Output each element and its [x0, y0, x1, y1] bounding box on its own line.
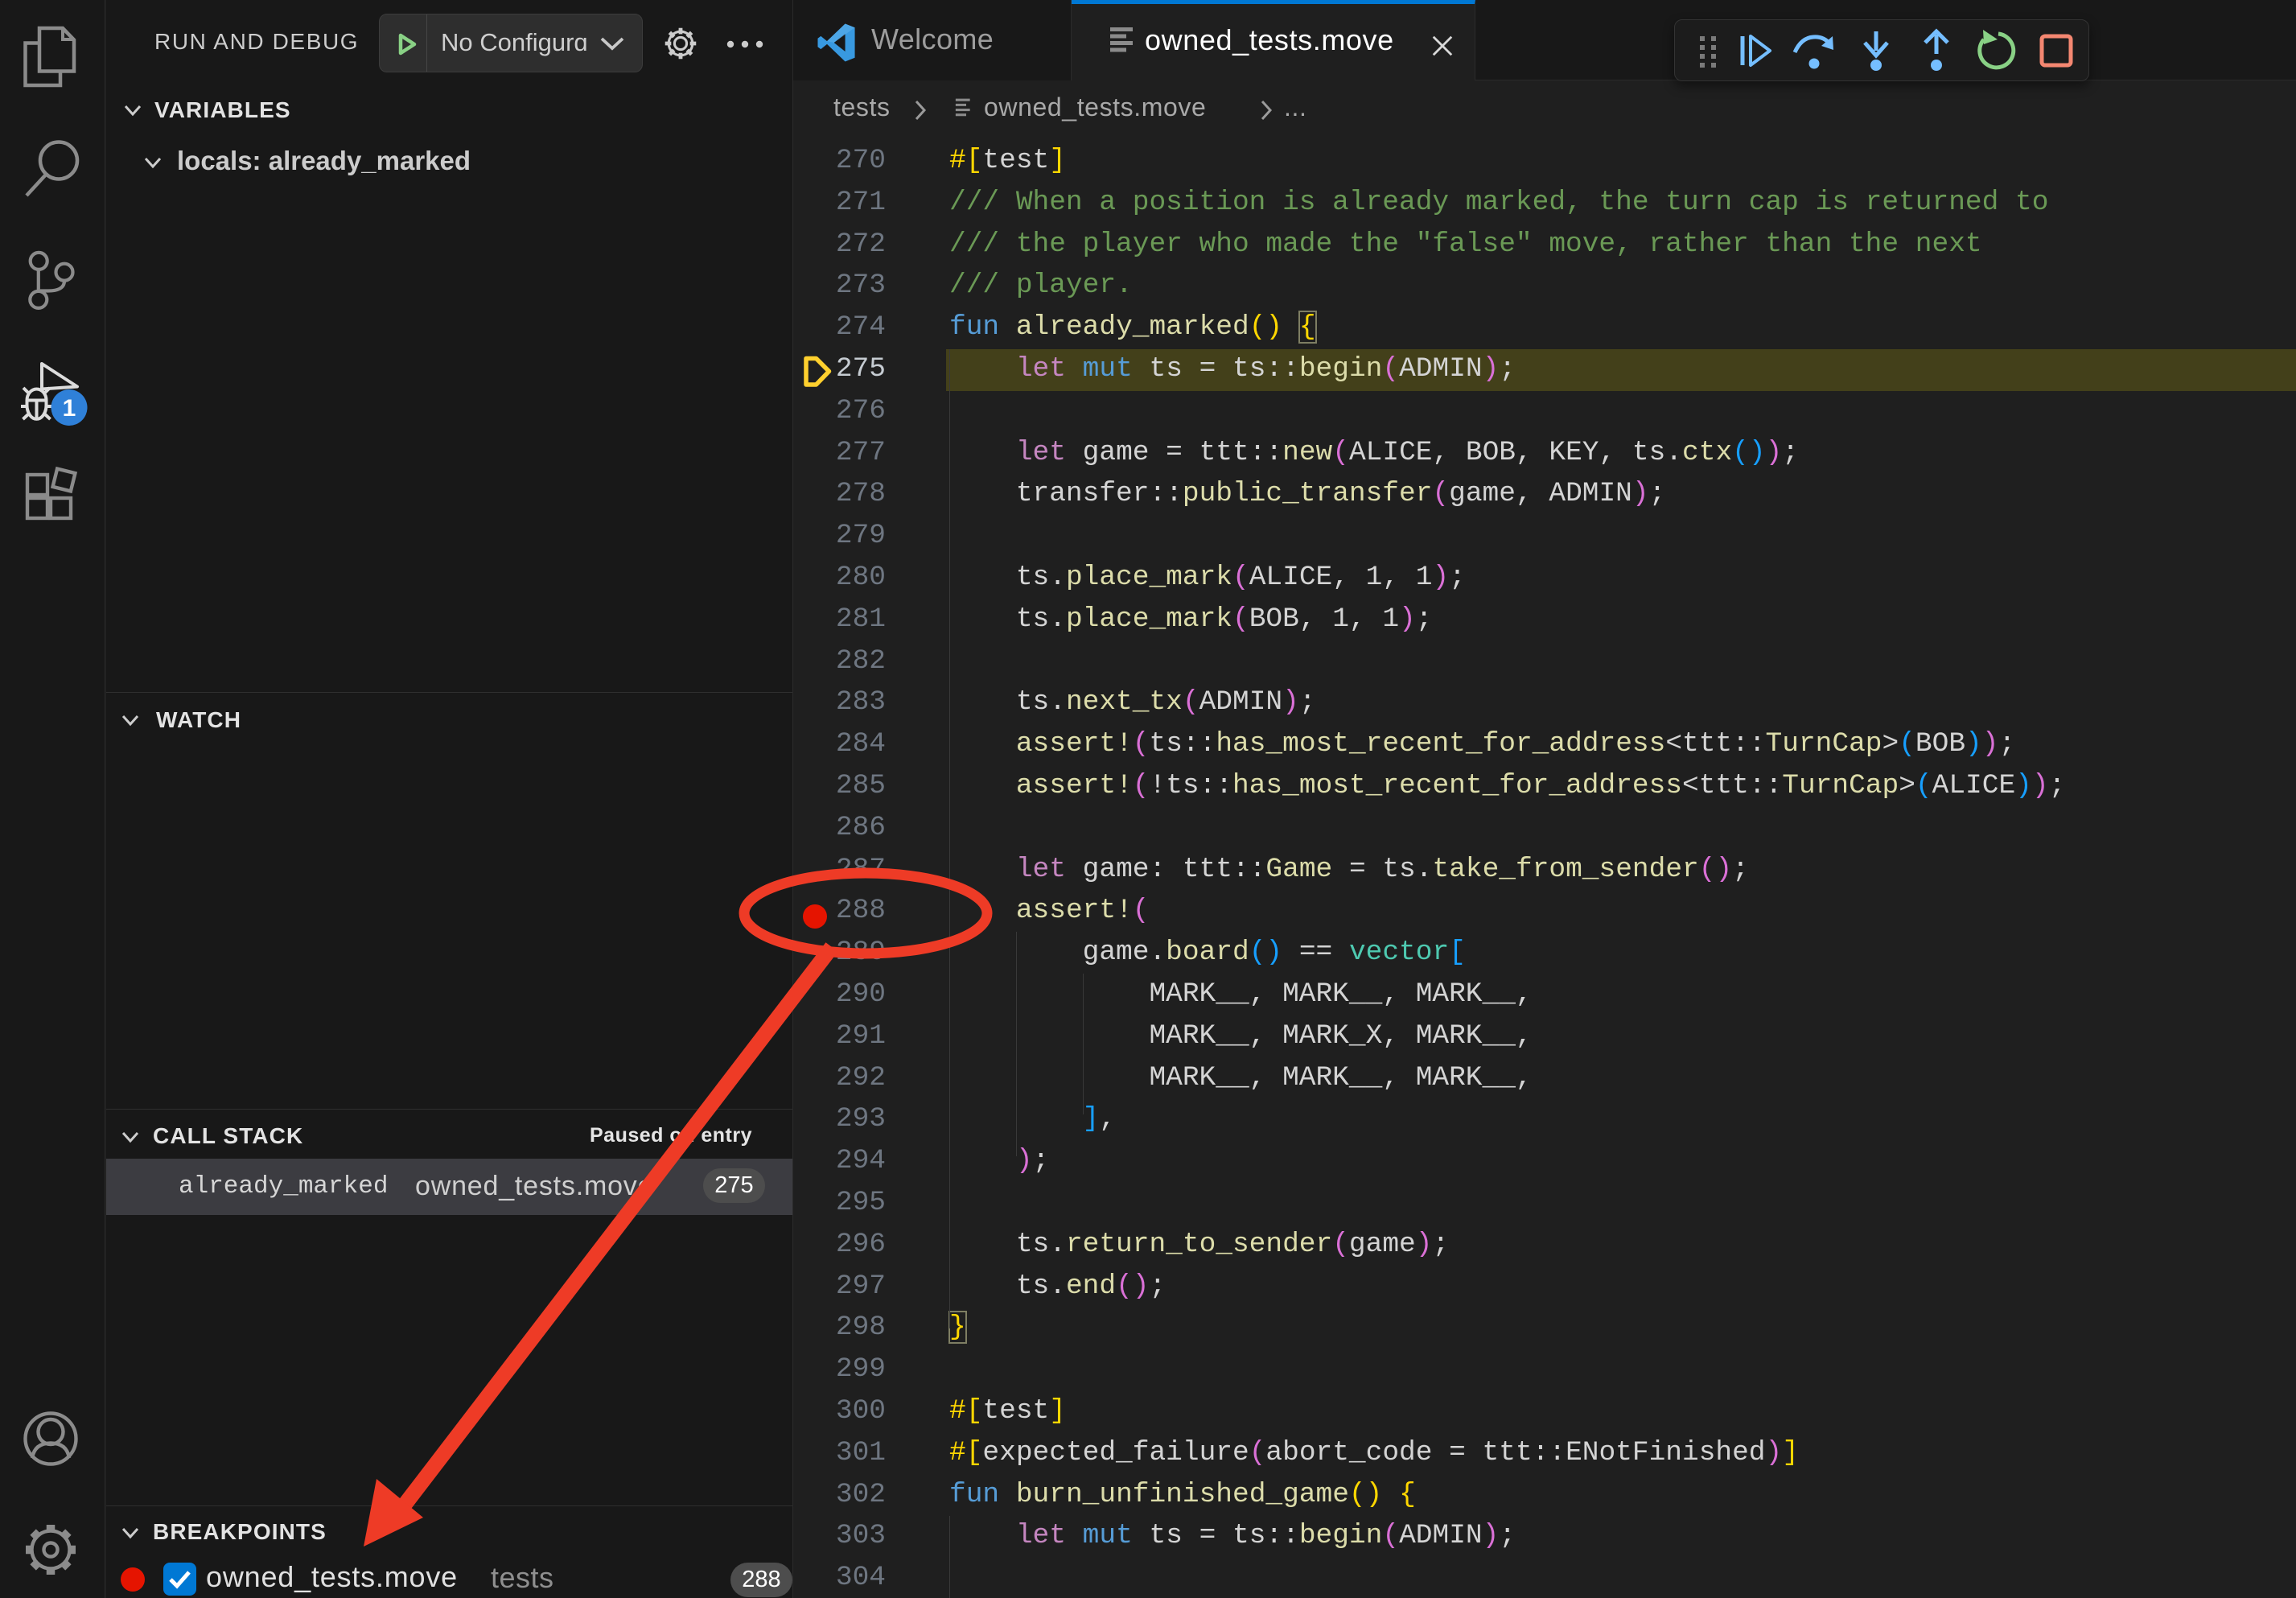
svg-text:1: 1 — [63, 395, 76, 422]
